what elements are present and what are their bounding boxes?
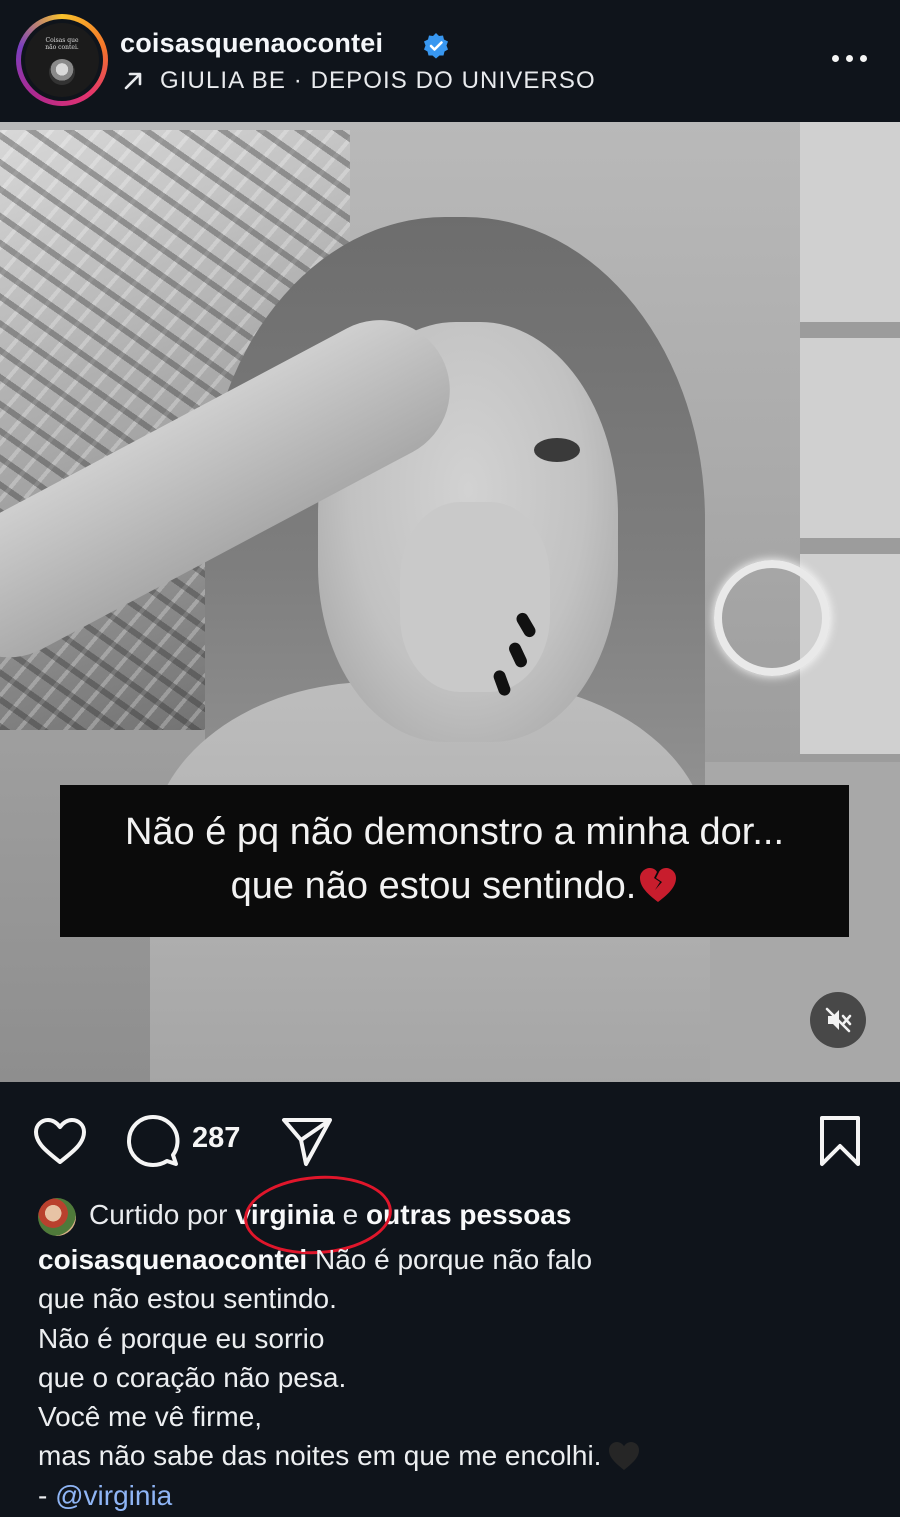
- verified-badge-icon: [424, 33, 448, 59]
- video-caption-box: Não é pq não demonstro a minha dor... qu…: [60, 785, 849, 937]
- post-media[interactable]: Não é pq não demonstro a minha dor... qu…: [0, 122, 900, 1082]
- caption-line: Não é porque eu sorrio: [38, 1322, 325, 1354]
- person-hand: [400, 502, 550, 698]
- liked-by-row[interactable]: Curtido por virginia e outras pessoas: [38, 1196, 898, 1236]
- profile-avatar[interactable]: Coisas que não contei.: [16, 14, 108, 106]
- caption-author[interactable]: coisasquenaocontei: [38, 1244, 307, 1275]
- broken-heart-icon: [640, 868, 677, 902]
- comment-count[interactable]: 287: [192, 1122, 240, 1155]
- bookmark-icon[interactable]: [816, 1114, 864, 1168]
- caption-line: mas não sabe das noites em que me encolh…: [38, 1436, 878, 1475]
- black-heart-icon: [609, 1442, 640, 1471]
- liked-by-others[interactable]: outras pessoas: [366, 1199, 571, 1230]
- action-bar: 287: [0, 1100, 900, 1180]
- avatar-image: Coisas que não contei.: [25, 23, 99, 97]
- post-header: Coisas que não contei. coisasquenaoconte…: [0, 0, 900, 122]
- video-caption-line-1: Não é pq não demonstro a minha dor...: [124, 811, 785, 853]
- mute-icon: [825, 1007, 852, 1033]
- ring-light: [714, 560, 830, 676]
- caption-line: coisasquenaocontei Não é porque não falo: [38, 1244, 593, 1275]
- send-icon[interactable]: [280, 1114, 334, 1168]
- mention-link[interactable]: @virginia: [55, 1480, 172, 1511]
- music-label: GIULIA BE · DEPOIS DO UNIVERSO: [160, 67, 596, 94]
- avatar-logo-icon: [49, 59, 75, 85]
- mute-button[interactable]: [810, 992, 866, 1048]
- heart-icon[interactable]: [32, 1116, 88, 1166]
- caption-line: Você me vê firme,: [38, 1401, 263, 1433]
- caption-line: que o coração não pesa.: [38, 1361, 347, 1393]
- comment-icon[interactable]: [126, 1114, 180, 1168]
- caption-credit: - @virginia: [38, 1479, 173, 1511]
- avatar-logo-text: Coisas que não contei.: [45, 37, 79, 51]
- video-caption-line-2: que não estou sentindo.: [60, 865, 849, 908]
- username[interactable]: coisasquenaocontei: [120, 28, 383, 59]
- liker-avatar: [38, 1198, 76, 1236]
- post-caption: coisasquenaocontei Não é porque não falo…: [38, 1240, 878, 1515]
- wall-shelf: [800, 122, 900, 782]
- person-eye-right: [534, 438, 580, 462]
- caption-line: que não estou sentindo.: [38, 1283, 337, 1315]
- more-icon[interactable]: [826, 48, 872, 70]
- arrow-up-right-icon: [124, 72, 142, 90]
